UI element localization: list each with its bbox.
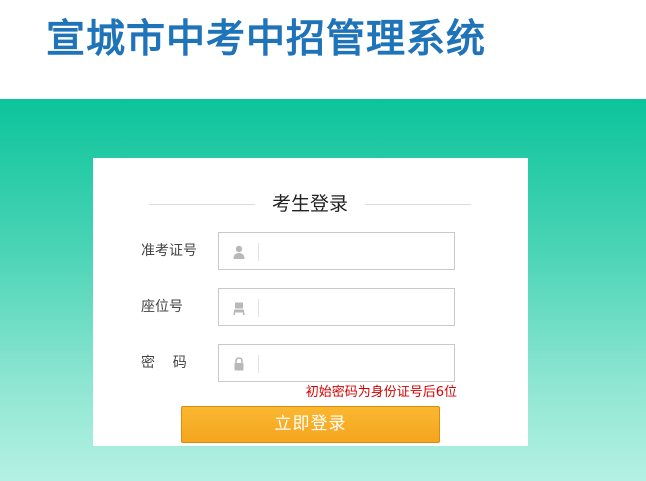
seat-number-input[interactable]: [263, 293, 449, 321]
field-separator: [258, 299, 259, 317]
title-divider-right: [365, 204, 471, 205]
password-hint: 初始密码为身份证号后6位: [305, 385, 457, 400]
lock-icon: [231, 356, 247, 372]
user-icon: [231, 244, 247, 260]
password-field[interactable]: [218, 344, 455, 382]
seat-icon: [231, 300, 247, 316]
exam-number-label: 准考证号: [141, 243, 197, 259]
password-input[interactable]: [263, 349, 449, 377]
login-card: 考生登录 准考证号 座位号 密 码 初始密码为身份证号后6位 立即登录: [93, 158, 528, 446]
site-title: 宣城市中考中招管理系统: [46, 17, 487, 62]
header: 宣城市中考中招管理系统: [0, 0, 646, 99]
login-title-wrap: 考生登录: [149, 188, 471, 218]
seat-number-field[interactable]: [218, 288, 455, 326]
seat-number-label: 座位号: [141, 299, 183, 315]
login-button[interactable]: 立即登录: [181, 406, 440, 443]
exam-number-field[interactable]: [218, 232, 455, 270]
field-separator: [258, 355, 259, 373]
password-label: 密 码: [141, 355, 187, 371]
exam-number-input[interactable]: [263, 237, 449, 265]
field-separator: [258, 243, 259, 261]
